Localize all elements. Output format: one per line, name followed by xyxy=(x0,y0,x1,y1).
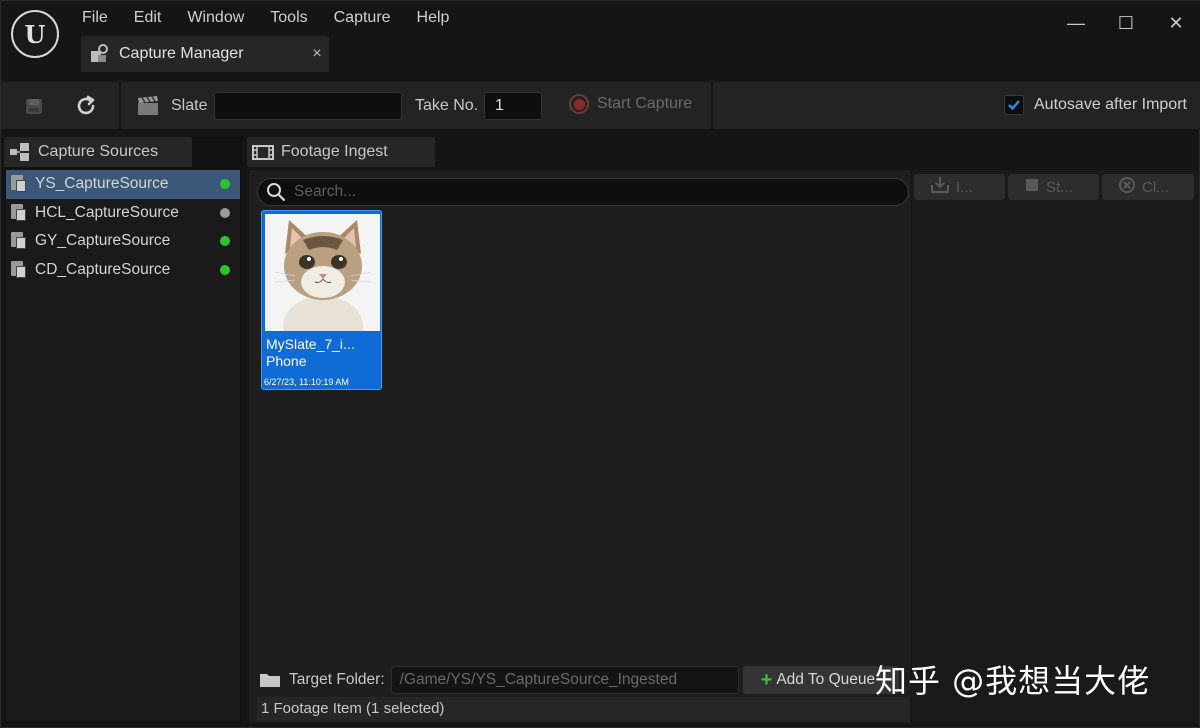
refresh-icon xyxy=(77,95,95,115)
close-window-button[interactable]: ✕ xyxy=(1151,7,1200,39)
stop-icon xyxy=(1024,177,1040,197)
start-capture-label: Start Capture xyxy=(597,95,693,112)
add-to-queue-label: Add To Queue xyxy=(776,671,876,688)
autosave-toggle[interactable]: Autosave after Import xyxy=(1004,95,1187,115)
capture-sources-icon xyxy=(8,141,32,163)
capture-source-icon xyxy=(10,203,28,223)
capture-source-icon xyxy=(10,174,28,194)
minimize-button[interactable]: — xyxy=(1051,7,1101,39)
save-button[interactable] xyxy=(19,92,49,120)
footage-status: 1 Footage Item (1 selected) xyxy=(257,697,909,721)
slate-label: Slate xyxy=(171,97,208,114)
film-strip-icon xyxy=(251,141,275,163)
footage-ingest-tab-label: Footage Ingest xyxy=(281,143,388,160)
capture-source-list: YS_CaptureSource HCL_CaptureSource GY_Ca… xyxy=(6,170,240,721)
clear-label: Cl... xyxy=(1142,178,1169,196)
menu-window[interactable]: Window xyxy=(174,7,257,29)
online-status-icon xyxy=(220,236,230,247)
menu-tools[interactable]: Tools xyxy=(257,7,320,29)
refresh-button[interactable] xyxy=(71,92,101,120)
list-item[interactable]: GY_CaptureSource xyxy=(6,227,240,256)
target-folder-label: Target Folder: xyxy=(289,671,385,688)
search-placeholder: Search... xyxy=(294,183,357,200)
take-number-input[interactable]: 1 xyxy=(484,92,542,120)
tab-title: Capture Manager xyxy=(119,45,244,62)
footage-device-type: Phone xyxy=(266,353,307,369)
menu-bar: File Edit Window Tools Capture Help xyxy=(69,7,462,29)
import-label: I... xyxy=(956,178,973,196)
checkmark-icon xyxy=(1008,100,1020,111)
menu-help[interactable]: Help xyxy=(404,7,463,29)
stop-button[interactable]: St... xyxy=(1008,174,1099,200)
maximize-button[interactable]: ☐ xyxy=(1101,7,1151,39)
capture-manager-icon xyxy=(89,43,111,65)
online-status-icon xyxy=(220,264,230,275)
target-folder-bar: Target Folder: /Game/YS/YS_CaptureSource… xyxy=(259,665,909,695)
list-item[interactable]: CD_CaptureSource xyxy=(6,256,240,285)
take-label: Take No. xyxy=(415,97,479,114)
footage-name: MySlate_7_i... xyxy=(266,336,355,352)
source-label: HCL_CaptureSource xyxy=(35,203,179,221)
watermark-text: 知乎 @我想当大佬 xyxy=(875,662,1151,700)
toolbar: Slate Take No. 1 Start Capture Autosave … xyxy=(1,81,1200,130)
tab-footage-ingest[interactable]: Footage Ingest xyxy=(247,137,435,167)
cat-thumbnail-image xyxy=(265,214,380,331)
tab-capture-manager[interactable]: Capture Manager × xyxy=(81,36,329,72)
search-icon xyxy=(267,183,286,202)
capture-sources-tab-label: Capture Sources xyxy=(38,143,159,160)
import-icon xyxy=(930,176,950,198)
capture-source-icon xyxy=(10,231,28,251)
footage-date: 6/27/23, 11:10:19 AM xyxy=(264,377,349,387)
clear-button[interactable]: Cl... xyxy=(1102,174,1194,200)
save-icon xyxy=(26,99,42,114)
menu-file[interactable]: File xyxy=(69,7,121,29)
footage-ingest-panel: Footage Ingest Search... MySlate_7_i... … xyxy=(247,137,911,723)
stop-label: St... xyxy=(1046,178,1073,196)
clear-icon xyxy=(1118,176,1136,198)
list-item[interactable]: HCL_CaptureSource xyxy=(6,199,240,228)
source-label: GY_CaptureSource xyxy=(35,232,171,250)
list-item[interactable]: YS_CaptureSource xyxy=(6,170,240,199)
title-bar: U File Edit Window Tools Capture Help Ca… xyxy=(1,1,1200,81)
start-capture-button[interactable]: Start Capture xyxy=(569,94,692,114)
tab-close-icon[interactable]: × xyxy=(305,45,329,63)
capture-sources-panel: Capture Sources YS_CaptureSource HCL_Cap… xyxy=(4,137,242,723)
capture-source-icon xyxy=(10,260,28,280)
footage-browser: Search... MySlate_7_i... Phone 6/27/23, … xyxy=(249,170,911,723)
unreal-logo-icon[interactable]: U xyxy=(11,10,59,58)
menu-capture[interactable]: Capture xyxy=(321,7,404,29)
slate-input[interactable] xyxy=(214,92,402,120)
source-label: CD_CaptureSource xyxy=(35,260,171,278)
ingest-queue-panel: I... St... Cl... xyxy=(912,170,1199,723)
footage-tile[interactable]: MySlate_7_i... Phone 6/27/23, 11:10:19 A… xyxy=(261,210,382,390)
import-button[interactable]: I... xyxy=(914,174,1005,200)
search-input[interactable]: Search... xyxy=(257,178,909,206)
offline-status-icon xyxy=(220,207,230,218)
target-folder-input[interactable]: /Game/YS/YS_CaptureSource_Ingested xyxy=(390,666,739,694)
source-label: YS_CaptureSource xyxy=(35,175,169,193)
clapperboard-icon xyxy=(133,92,163,120)
capture-manager-window: U File Edit Window Tools Capture Help Ca… xyxy=(0,0,1200,728)
record-icon xyxy=(569,94,589,114)
autosave-checkbox[interactable] xyxy=(1004,95,1024,115)
window-controls: — ☐ ✕ xyxy=(1051,7,1200,39)
menu-edit[interactable]: Edit xyxy=(121,7,175,29)
plus-icon: + xyxy=(760,669,773,691)
online-status-icon xyxy=(220,179,230,190)
tab-capture-sources[interactable]: Capture Sources xyxy=(4,137,192,167)
autosave-label: Autosave after Import xyxy=(1034,96,1187,113)
folder-icon xyxy=(259,672,281,688)
